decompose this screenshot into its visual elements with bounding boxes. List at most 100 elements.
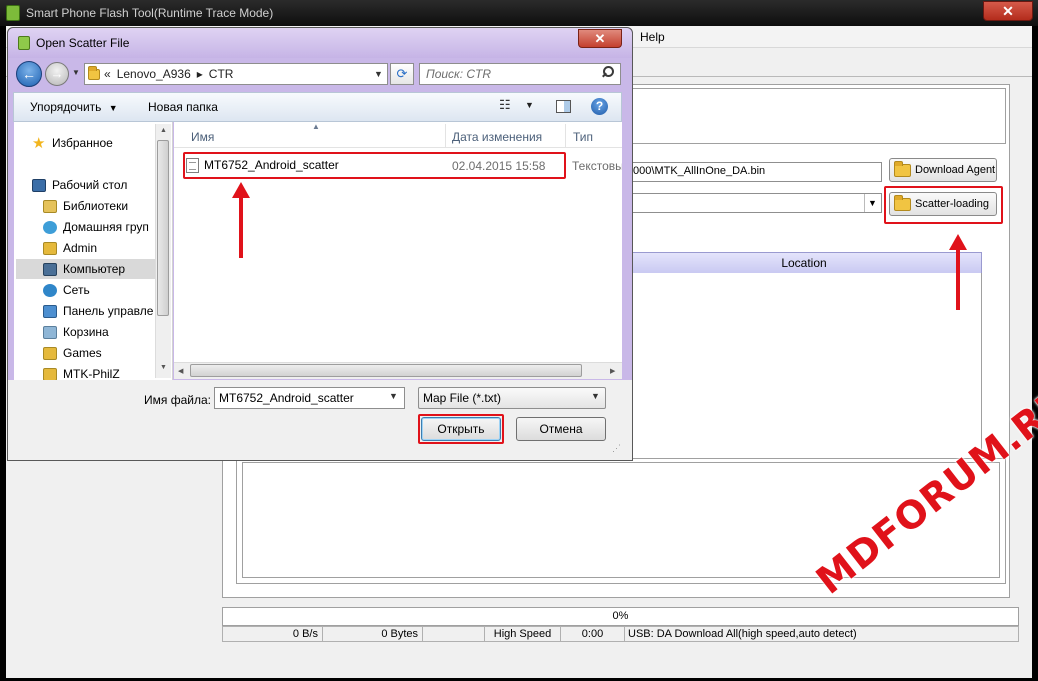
filename-label: Имя файла: bbox=[144, 393, 211, 407]
horizontal-scrollbar-thumb[interactable] bbox=[190, 364, 582, 377]
help-icon[interactable]: ? bbox=[591, 98, 608, 115]
status-time: 0:00 bbox=[561, 627, 625, 641]
nav-item-recycle-bin[interactable]: Корзина bbox=[43, 322, 172, 342]
breadcrumb-separator-icon[interactable]: ▸ bbox=[197, 67, 203, 81]
sort-ascending-icon: ▲ bbox=[312, 122, 320, 131]
nav-item-computer[interactable]: Компьютер bbox=[16, 259, 171, 279]
partition-table-body bbox=[626, 273, 982, 457]
nav-item-network[interactable]: Сеть bbox=[43, 280, 172, 300]
column-separator[interactable] bbox=[445, 124, 446, 148]
app-icon bbox=[18, 36, 30, 50]
column-header-row bbox=[174, 124, 622, 148]
status-speed: 0 B/s bbox=[223, 627, 323, 641]
red-arrow-icon bbox=[949, 234, 967, 310]
address-dropdown-icon[interactable]: ▼ bbox=[370, 64, 387, 84]
search-icon[interactable] bbox=[602, 66, 614, 78]
chevron-down-icon[interactable]: ▼ bbox=[591, 391, 600, 401]
status-usb: USB: DA Download All(high speed,auto det… bbox=[628, 628, 857, 640]
nav-item-desktop[interactable]: Рабочий стол bbox=[32, 175, 172, 195]
chevron-down-icon[interactable]: ▼ bbox=[864, 194, 880, 212]
breadcrumb: « Lenovo_A936 ▸ CTR bbox=[104, 67, 233, 81]
nav-item-label: Admin bbox=[63, 241, 98, 255]
menu-item-help[interactable]: Help bbox=[640, 30, 665, 44]
background-window-title: Smart Phone Flash Tool(Runtime Trace Mod… bbox=[26, 6, 274, 20]
folder-icon bbox=[43, 346, 57, 360]
library-icon bbox=[43, 199, 57, 213]
app-icon bbox=[6, 5, 20, 21]
status-empty bbox=[423, 627, 485, 641]
status-bar: 0 B/s 0 Bytes High Speed 0:00 USB: DA Do… bbox=[222, 626, 1019, 642]
homegroup-icon bbox=[43, 220, 57, 234]
column-header-type[interactable]: Тип bbox=[573, 130, 593, 144]
folder-icon bbox=[88, 65, 100, 80]
back-arrow-icon[interactable]: ← bbox=[16, 61, 42, 87]
download-agent-button[interactable]: Download Agent bbox=[889, 158, 997, 182]
download-agent-path-field[interactable]: .000\MTK_AllInOne_DA.bin bbox=[626, 162, 882, 182]
address-bar[interactable]: « Lenovo_A936 ▸ CTR bbox=[84, 63, 388, 85]
computer-icon bbox=[43, 262, 57, 276]
nav-item-label: Панель управле bbox=[63, 304, 154, 318]
file-type-select[interactable]: Map File (*.txt) bbox=[418, 387, 606, 409]
filename-input[interactable]: MT6752_Android_scatter bbox=[214, 387, 405, 409]
nav-item-mtk-philz[interactable]: MTK-PhilZ bbox=[43, 364, 172, 380]
column-header-date[interactable]: Дата изменения bbox=[452, 130, 542, 144]
highlight-box-scatter bbox=[884, 186, 1003, 224]
nav-item-libraries[interactable]: Библиотеки bbox=[43, 196, 172, 216]
nav-item-label: Корзина bbox=[63, 325, 109, 339]
breadcrumb-item[interactable]: CTR bbox=[209, 67, 234, 81]
highlight-box-file bbox=[183, 152, 566, 179]
nav-item-label: Компьютер bbox=[63, 262, 126, 276]
scroll-right-icon[interactable]: ▶ bbox=[610, 367, 615, 375]
resize-grip-icon[interactable]: ⋰ bbox=[612, 443, 621, 454]
nav-item-favorites[interactable]: ★ Избранное bbox=[32, 133, 172, 153]
highlight-box-open bbox=[418, 414, 504, 444]
scroll-down-icon[interactable]: ▼ bbox=[160, 364, 167, 371]
navigation-pane: ★ Избранное Рабочий стол Библиотеки Дома… bbox=[14, 122, 173, 380]
organize-button[interactable]: Упорядочить ▼ bbox=[30, 100, 118, 114]
control-panel-icon bbox=[43, 304, 57, 318]
download-agent-button-label: Download Agent bbox=[915, 164, 996, 176]
folder-icon bbox=[43, 367, 57, 380]
nav-item-admin[interactable]: Admin bbox=[43, 238, 172, 258]
nav-item-games[interactable]: Games bbox=[43, 343, 172, 363]
breadcrumb-item[interactable]: Lenovo_A936 bbox=[117, 67, 191, 81]
nav-item-label: Избранное bbox=[52, 136, 113, 150]
nav-item-control-panel[interactable]: Панель управле bbox=[43, 301, 172, 321]
refresh-icon[interactable]: ⟳ bbox=[390, 63, 414, 85]
nav-scrollbar-thumb[interactable] bbox=[157, 140, 169, 316]
nav-item-label: Рабочий стол bbox=[52, 178, 128, 192]
scroll-up-icon[interactable]: ▲ bbox=[160, 127, 167, 134]
user-folder-icon bbox=[43, 241, 57, 255]
nav-item-label: MTK-PhilZ bbox=[63, 367, 120, 380]
new-folder-button[interactable]: Новая папка bbox=[148, 100, 218, 114]
column-header-name[interactable]: Имя bbox=[191, 130, 214, 144]
nav-item-label: Games bbox=[63, 346, 102, 360]
dialog-close-button[interactable]: ✕ bbox=[578, 29, 622, 48]
views-icon[interactable] bbox=[499, 97, 515, 113]
chevron-down-icon[interactable]: ▼ bbox=[525, 100, 534, 110]
chevron-down-icon: ▼ bbox=[108, 103, 118, 113]
table-header-location[interactable]: Location bbox=[626, 252, 982, 274]
network-icon bbox=[43, 283, 57, 297]
search-input[interactable]: Поиск: CTR bbox=[419, 63, 621, 85]
background-close-button[interactable]: ✕ bbox=[983, 1, 1033, 21]
forward-arrow-icon[interactable]: → bbox=[45, 62, 69, 86]
status-bytes: 0 Bytes bbox=[323, 627, 423, 641]
preview-pane-icon[interactable] bbox=[556, 100, 571, 113]
desktop-icon bbox=[32, 178, 46, 192]
scroll-left-icon[interactable]: ◀ bbox=[178, 367, 183, 375]
cancel-button[interactable]: Отмена bbox=[516, 417, 606, 441]
history-dropdown-icon[interactable]: ▼ bbox=[72, 68, 80, 77]
breadcrumb-overflow[interactable]: « bbox=[104, 67, 111, 81]
nav-item-label: Сеть bbox=[63, 283, 90, 297]
nav-item-homegroup[interactable]: Домашняя груп bbox=[43, 217, 172, 237]
scatter-path-field[interactable] bbox=[626, 193, 882, 213]
column-separator[interactable] bbox=[565, 124, 566, 148]
recycle-bin-icon bbox=[43, 325, 57, 339]
folder-icon bbox=[894, 160, 911, 177]
red-arrow-icon bbox=[232, 182, 250, 258]
nav-item-label: Библиотеки bbox=[63, 199, 129, 213]
chevron-down-icon[interactable]: ▼ bbox=[389, 391, 398, 401]
dialog-title: Open Scatter File bbox=[36, 36, 130, 50]
star-icon: ★ bbox=[32, 134, 46, 152]
